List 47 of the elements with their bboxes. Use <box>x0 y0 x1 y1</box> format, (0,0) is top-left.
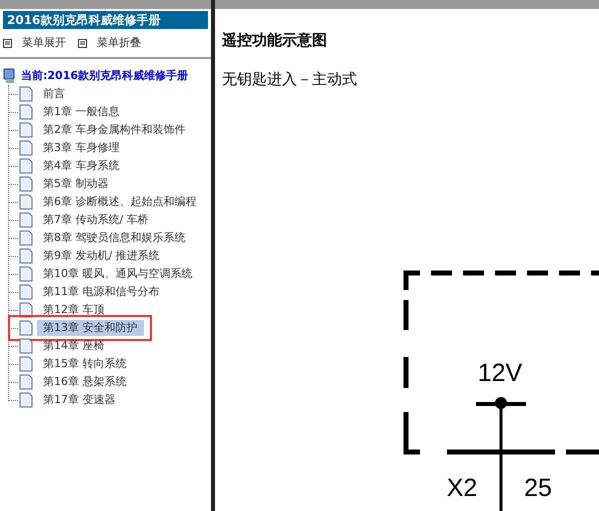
page-icon <box>19 284 33 300</box>
tree-item[interactable]: 第6章 诊断概述、起始点和编程 <box>37 194 202 210</box>
pin-label: 25 <box>524 474 552 502</box>
sidebar-title: 2016款别克昂科威维修手册 <box>3 11 208 29</box>
tree-item[interactable]: 第11章 电源和信号分布 <box>37 284 166 300</box>
page-icon <box>19 104 33 120</box>
tree-item[interactable]: 第13章 安全和防护 <box>37 320 144 336</box>
page-icon <box>19 338 33 354</box>
page-icon <box>19 356 33 372</box>
computer-icon <box>3 68 17 84</box>
page-icon <box>19 86 33 102</box>
tree-item[interactable]: 第14章 座椅 <box>37 338 110 354</box>
page-icon <box>19 320 33 336</box>
tree-item[interactable]: 第10章 暖风、通风与空调系统 <box>37 266 198 282</box>
page-icon <box>19 194 33 210</box>
list-icon <box>3 38 12 48</box>
tree-item[interactable]: 第5章 制动器 <box>37 176 114 192</box>
page-icon <box>19 266 33 282</box>
page-icon <box>19 374 33 390</box>
tree-item[interactable]: 第1章 一般信息 <box>37 104 126 120</box>
tree-item[interactable]: 第2章 车身金属构件和装饰件 <box>37 122 192 138</box>
page-icon <box>19 230 33 246</box>
tree-item[interactable]: 前言 <box>37 86 71 102</box>
tree-item[interactable]: 第7章 传动系统/ 车桥 <box>37 212 155 228</box>
page-icon <box>19 122 33 138</box>
page-subtitle: 无钥匙进入－主动式 <box>222 68 358 90</box>
page-icon <box>19 176 33 192</box>
page-icon <box>19 212 33 228</box>
voltage-label: 12V <box>478 359 522 387</box>
tree-item[interactable]: 第4章 车身系统 <box>37 158 126 174</box>
tree-item[interactable]: 第15章 转向系统 <box>37 356 132 372</box>
list-icon <box>78 38 87 48</box>
tree-item[interactable]: 第16章 悬架系统 <box>37 374 132 390</box>
tree-item[interactable]: 第3章 车身修理 <box>37 140 126 156</box>
page-heading: 遥控功能示意图 <box>222 30 328 51</box>
tree-item[interactable]: 第9章 发动机/ 推进系统 <box>37 248 166 264</box>
menu-button[interactable]: 菜单折叠 <box>78 34 141 52</box>
page-icon <box>19 248 33 264</box>
tree-item[interactable]: 第17章 变速器 <box>37 392 122 408</box>
tree-item[interactable]: 第8章 驾驶员信息和娱乐系统 <box>37 230 192 246</box>
tree-root[interactable]: 当前:2016款别克昂科威维修手册 <box>21 68 188 84</box>
tree-item[interactable]: 第12章 车顶 <box>37 302 110 318</box>
page-icon <box>19 158 33 174</box>
menu-button[interactable]: 菜单展开 <box>3 34 66 52</box>
page-icon <box>19 392 33 408</box>
page-icon <box>19 140 33 156</box>
connector-label: X2 <box>446 474 478 502</box>
